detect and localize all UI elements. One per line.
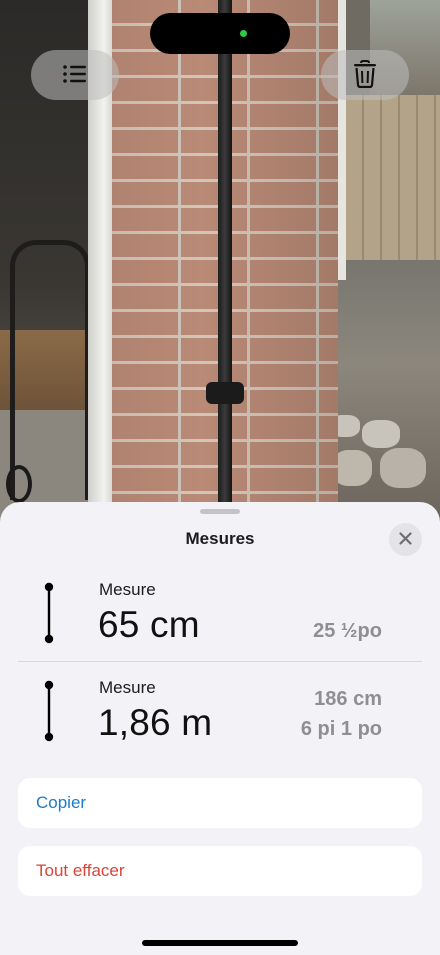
measurements-sheet: Mesures Mesure 65 cm 25 ½po Mesure 1,86 … bbox=[0, 502, 440, 955]
vertical-measure-icon bbox=[41, 680, 57, 742]
hand-truck bbox=[10, 240, 90, 500]
vertical-measure-icon bbox=[41, 582, 57, 644]
row-divider bbox=[18, 661, 422, 662]
metal-pole bbox=[218, 0, 232, 520]
yard-rock bbox=[332, 450, 372, 486]
measurements-list-button[interactable] bbox=[31, 50, 119, 100]
sheet-grabber[interactable] bbox=[200, 509, 240, 514]
camera-indicator-dot bbox=[240, 30, 247, 37]
measurement-alt-value: 186 cm bbox=[314, 688, 382, 710]
yard-rock bbox=[380, 448, 426, 488]
hand-truck-wheel bbox=[6, 465, 32, 503]
list-icon bbox=[62, 64, 88, 87]
dynamic-island bbox=[150, 13, 290, 54]
measurement-label: Mesure bbox=[99, 678, 156, 697]
delete-button[interactable] bbox=[321, 50, 409, 100]
sheet-title: Mesures bbox=[185, 529, 255, 548]
measurement-row[interactable]: Mesure 1,86 m 186 cm 6 pi 1 po bbox=[18, 674, 422, 766]
yard-rock bbox=[362, 420, 400, 448]
measurement-label: Mesure bbox=[99, 580, 156, 599]
measurement-alt-value: 25 ½po bbox=[313, 620, 382, 642]
pole-clamp bbox=[206, 382, 244, 404]
measurement-alt-value: 6 pi 1 po bbox=[300, 718, 382, 740]
measurement-row[interactable]: Mesure 65 cm 25 ½po bbox=[18, 576, 422, 668]
wooden-fence bbox=[346, 95, 440, 265]
home-indicator[interactable] bbox=[142, 940, 298, 946]
clear-all-button[interactable]: Tout effacer bbox=[18, 846, 422, 896]
close-button[interactable] bbox=[389, 523, 422, 556]
measurement-value: 65 cm bbox=[98, 604, 200, 645]
trash-icon bbox=[353, 59, 377, 91]
close-icon bbox=[399, 531, 412, 548]
measurement-value: 1,86 m bbox=[98, 702, 213, 743]
copy-button[interactable]: Copier bbox=[18, 778, 422, 828]
